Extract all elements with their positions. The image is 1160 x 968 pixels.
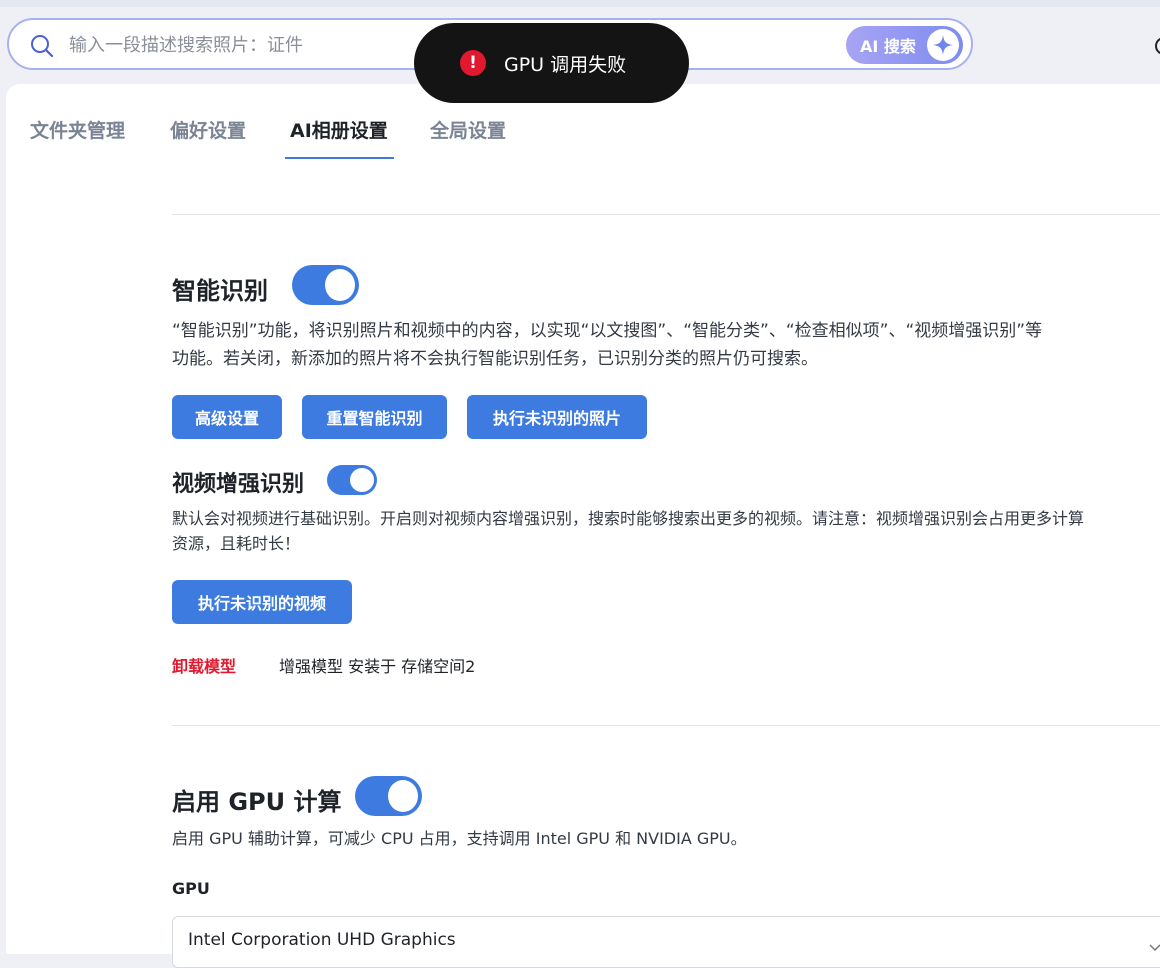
model-install-info: 增强模型 安装于 存储空间2 [279,657,476,676]
error-toast: ! GPU 调用失败 [414,23,689,103]
error-icon: ! [460,50,486,76]
tab-preferences[interactable]: 偏好设置 [170,116,246,143]
toast-message: GPU 调用失败 [504,53,627,76]
toggle-knob [325,269,355,301]
ai-search-label: AI 搜索 [860,37,916,56]
smart-recognition-description-1: “智能识别”功能，将识别照片和视频中的内容，以实现“以文搜图”、“智能分类”、“… [172,321,1043,341]
active-tab-indicator [285,157,394,159]
video-enhance-description-1: 默认会对视频进行基础识别。开启则对视频内容增强识别，搜索时能够搜索出更多的视频。… [172,509,1085,528]
gpu-selected-value: Intel Corporation UHD Graphics [188,930,456,950]
run-unrecognized-videos-button[interactable]: 执行未识别的视频 [172,580,352,624]
gpu-toggle[interactable] [355,776,422,816]
tab-folder-management[interactable]: 文件夹管理 [30,116,125,143]
toggle-knob [350,468,374,492]
smart-recognition-description-2: 功能。若关闭，新添加的照片将不会执行智能识别任务，已识别分类的照片仍可搜索。 [172,349,818,369]
video-enhance-title: 视频增强识别 [172,472,305,497]
reset-recognition-button[interactable]: 重置智能识别 [302,395,447,439]
gpu-title: 启用 GPU 计算 [172,788,342,816]
video-enhance-description-2: 资源，且耗时长！ [172,534,301,553]
ai-search-button[interactable]: AI 搜索 [846,26,963,64]
smart-recognition-title: 智能识别 [172,277,268,305]
tab-global-settings[interactable]: 全局设置 [430,116,506,143]
gpu-select[interactable]: Intel Corporation UHD Graphics [172,916,1160,968]
tab-ai-album-settings[interactable]: AI相册设置 [290,116,388,143]
user-icon[interactable] [1154,36,1160,56]
toggle-knob [388,780,418,812]
sparkle-icon [927,29,959,61]
gpu-field-label: GPU [172,879,210,898]
gpu-description: 启用 GPU 辅助计算，可减少 CPU 占用，支持调用 Intel GPU 和 … [172,829,747,848]
video-enhance-toggle[interactable] [327,465,377,495]
divider [172,725,1160,726]
uninstall-model-link[interactable]: 卸载模型 [172,653,236,677]
divider [172,214,1160,215]
advanced-settings-button[interactable]: 高级设置 [172,395,282,439]
run-unrecognized-photos-button[interactable]: 执行未识别的照片 [467,395,647,439]
smart-recognition-toggle[interactable] [292,265,359,305]
search-icon [29,33,55,59]
top-edge [0,0,1160,7]
settings-panel: 文件夹管理 偏好设置 AI相册设置 全局设置 智能识别 “智能识别”功能，将识别… [6,84,1160,968]
chevron-down-icon [1149,937,1160,956]
